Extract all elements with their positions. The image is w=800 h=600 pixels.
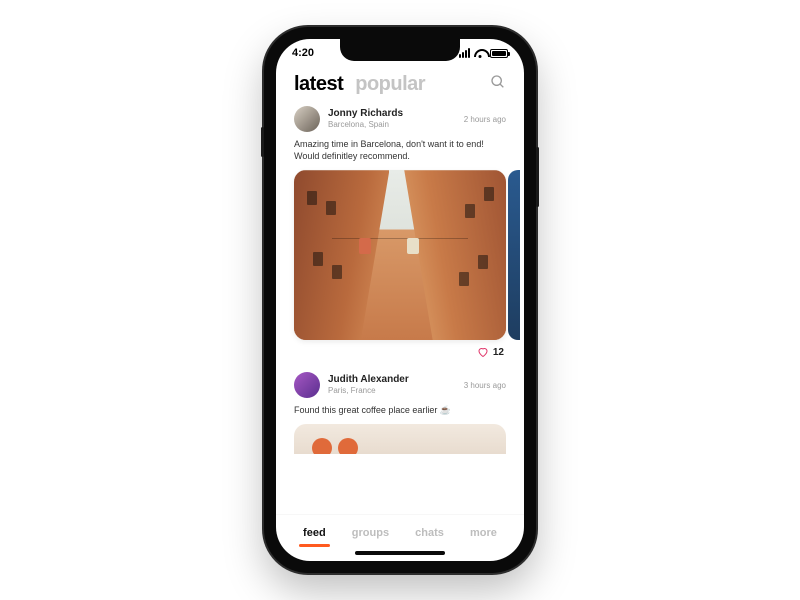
- wifi-icon: [474, 49, 486, 58]
- heart-icon[interactable]: [477, 346, 489, 358]
- nav-feed[interactable]: feed: [299, 525, 330, 541]
- phone-frame: 4:20 latest popular Jonny Richard: [264, 27, 536, 573]
- post-username[interactable]: Jonny Richards: [328, 108, 456, 120]
- post-photo[interactable]: [294, 170, 506, 340]
- bottom-nav: feed groups chats more: [276, 514, 524, 545]
- nav-more[interactable]: more: [466, 525, 501, 541]
- status-time: 4:20: [292, 47, 314, 59]
- post-location: Paris, France: [328, 386, 456, 396]
- nav-chats[interactable]: chats: [411, 525, 448, 541]
- post-time: 3 hours ago: [464, 381, 506, 390]
- post-meta: Jonny Richards Barcelona, Spain: [328, 108, 456, 130]
- screen: 4:20 latest popular Jonny Richard: [276, 39, 524, 561]
- header: latest popular: [276, 67, 524, 106]
- tab-latest[interactable]: latest: [294, 73, 343, 96]
- notch: [340, 39, 460, 61]
- nav-groups[interactable]: groups: [348, 525, 393, 541]
- search-icon[interactable]: [490, 74, 506, 95]
- post-likes[interactable]: 12: [294, 340, 506, 362]
- next-photo-peek[interactable]: [508, 170, 520, 340]
- home-indicator[interactable]: [355, 551, 445, 555]
- post-username[interactable]: Judith Alexander: [328, 374, 456, 386]
- avatar[interactable]: [294, 372, 320, 398]
- status-icons: [459, 48, 508, 58]
- signal-icon: [459, 48, 470, 58]
- post-location: Barcelona, Spain: [328, 120, 456, 130]
- feed-list[interactable]: Jonny Richards Barcelona, Spain 2 hours …: [276, 106, 524, 514]
- battery-icon: [490, 49, 508, 58]
- avatar[interactable]: [294, 106, 320, 132]
- post-meta: Judith Alexander Paris, France: [328, 374, 456, 396]
- post-photo[interactable]: [294, 424, 506, 454]
- like-count: 12: [493, 347, 504, 358]
- post[interactable]: Judith Alexander Paris, France 3 hours a…: [294, 372, 506, 454]
- post-header: Judith Alexander Paris, France 3 hours a…: [294, 372, 506, 398]
- feed-tabs: latest popular: [294, 73, 425, 96]
- post-photo-wrap: [294, 170, 506, 340]
- post-caption: Found this great coffee place earlier ☕: [294, 404, 506, 416]
- post-header: Jonny Richards Barcelona, Spain 2 hours …: [294, 106, 506, 132]
- post-caption: Amazing time in Barcelona, don't want it…: [294, 138, 506, 162]
- post-time: 2 hours ago: [464, 115, 506, 124]
- tab-popular[interactable]: popular: [355, 73, 425, 96]
- post[interactable]: Jonny Richards Barcelona, Spain 2 hours …: [294, 106, 506, 362]
